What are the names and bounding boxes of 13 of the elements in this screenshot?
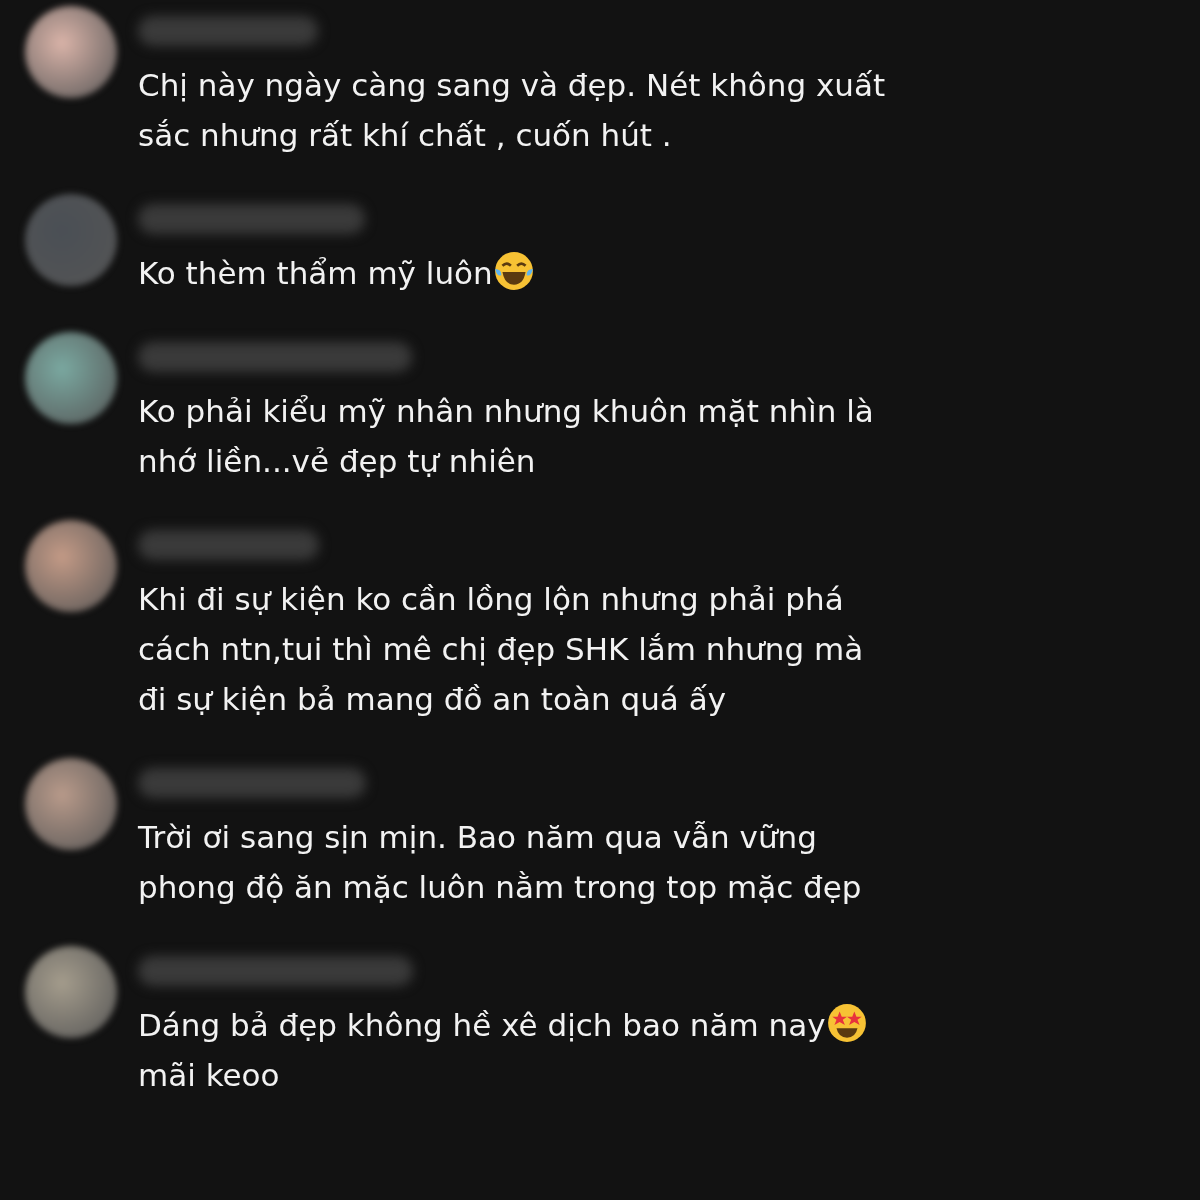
comment-text: Ko phải kiểu mỹ nhân nhưng khuôn mặt nhìn là nhớ liền...vẻ đẹp tự nhiên xyxy=(138,392,875,481)
avatar[interactable] xyxy=(25,758,117,850)
comment-text: Dáng bả đẹp không hề xê dịch bao năm nay mãi keoo xyxy=(138,1000,898,1100)
avatar[interactable] xyxy=(25,332,117,424)
star-eyes-emoji-icon xyxy=(825,1002,868,1044)
comment-text: Khi đi sự kiện ko cần lồng lộn nhưng phải phá cách ntn,tui thì mê chị đẹp SHK lắm nhưng mà đi sự kiện bả mang đồ an toàn quá ấy xyxy=(138,580,865,719)
laughing-emoji-icon xyxy=(492,250,535,292)
avatar[interactable] xyxy=(25,946,117,1038)
comment-text: Trời ơi sang sịn mịn. Bao năm qua vẫn vững phong độ ăn mặc luôn nằm trong top mặc đẹp xyxy=(138,818,863,907)
avatar[interactable] xyxy=(25,6,117,98)
avatar[interactable] xyxy=(25,520,117,612)
comment-text: Ko thèm thẩm mỹ luôn xyxy=(138,248,898,298)
comment-text: Chị này ngày càng sang và đẹp. Nét không xuất sắc nhưng rất khí chất , cuốn hút . xyxy=(138,66,887,155)
